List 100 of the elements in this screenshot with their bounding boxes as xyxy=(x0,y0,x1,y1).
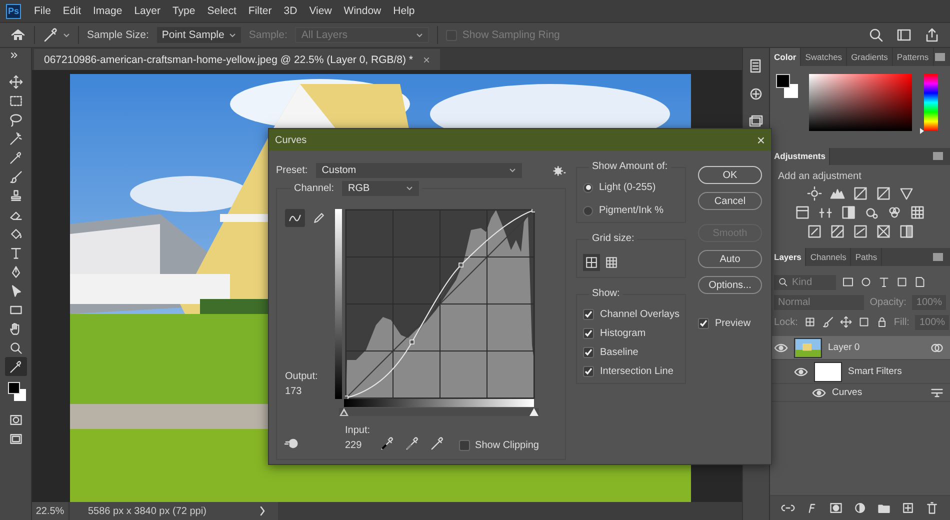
lock-pixels-icon[interactable] xyxy=(804,316,816,328)
panel-tab[interactable]: Channels xyxy=(806,248,852,266)
adjust-filter-icon[interactable] xyxy=(860,276,872,288)
properties-icon[interactable] xyxy=(748,86,764,102)
brush-icon[interactable] xyxy=(822,316,834,328)
fine-grid-button[interactable] xyxy=(603,254,620,271)
window-icon[interactable] xyxy=(896,27,912,43)
control-point[interactable] xyxy=(532,209,535,212)
mask-icon xyxy=(8,412,22,426)
checkbox[interactable] xyxy=(698,318,709,329)
checkbox-label: Intersection Line xyxy=(600,366,674,377)
radio-button[interactable] xyxy=(583,182,593,192)
sample-size-dropdown[interactable]: Point Sample xyxy=(156,27,241,43)
shadows-eyedropper-icon[interactable] xyxy=(380,436,396,451)
menu-item[interactable]: Layer xyxy=(129,5,166,17)
adjustment-icon[interactable] xyxy=(841,204,856,220)
panel-tab[interactable]: Color xyxy=(770,48,802,66)
channel-dropdown[interactable]: RGB xyxy=(342,181,420,196)
layer-row[interactable]: Smart Filters xyxy=(770,360,950,384)
adjustment-icon[interactable] xyxy=(852,186,868,201)
checkbox[interactable] xyxy=(583,366,594,377)
coarse-grid-button[interactable] xyxy=(583,254,600,271)
panel-tab[interactable]: Patterns xyxy=(892,48,934,66)
curves-graph[interactable] xyxy=(345,209,535,399)
menu-item[interactable]: Type xyxy=(167,5,200,17)
color-swatches[interactable] xyxy=(776,74,799,100)
lock-icon[interactable] xyxy=(876,316,888,328)
panel-tab[interactable]: Paths xyxy=(851,248,882,266)
color-field[interactable] xyxy=(809,74,912,131)
menu-item[interactable]: 3D xyxy=(278,5,302,17)
checkbox[interactable] xyxy=(583,328,594,339)
highlights-eyedropper-icon[interactable] xyxy=(430,436,446,451)
adjustment-icon[interactable] xyxy=(898,224,914,239)
fill-label: Fill: xyxy=(894,316,910,328)
checkbox[interactable] xyxy=(459,440,470,451)
hue-slider-handle[interactable] xyxy=(920,128,924,134)
move-icon[interactable] xyxy=(840,316,852,328)
menu-item[interactable]: Select xyxy=(202,5,242,17)
panel-menu-icon[interactable] xyxy=(932,251,944,263)
search-icon[interactable] xyxy=(868,27,884,43)
adjustment-icon[interactable] xyxy=(806,186,822,201)
menu-item[interactable]: Edit xyxy=(58,5,86,17)
checkbox[interactable] xyxy=(583,347,594,358)
menu-item[interactable]: Image xyxy=(88,5,128,17)
radio-button[interactable] xyxy=(583,206,593,216)
adjustment-icon[interactable] xyxy=(887,204,902,220)
menu-item[interactable]: Window xyxy=(338,5,386,17)
close-tab-button[interactable]: × xyxy=(423,52,430,66)
input-range-slider[interactable] xyxy=(339,408,539,416)
panel-menu-icon[interactable] xyxy=(932,150,944,162)
layer-row[interactable]: Layer 0 xyxy=(770,336,950,360)
dialog-button[interactable]: Cancel xyxy=(698,192,762,210)
settings-icon[interactable] xyxy=(552,164,566,178)
adjustment-icon[interactable] xyxy=(852,224,868,239)
adjustment-icon[interactable] xyxy=(910,204,925,220)
input-maximum-handle[interactable] xyxy=(530,408,538,416)
panel-menu-icon[interactable] xyxy=(934,51,946,63)
control-point[interactable] xyxy=(458,262,464,268)
type-filter-icon[interactable] xyxy=(878,276,890,288)
app-logo: Ps xyxy=(6,4,21,18)
filter-mask-thumbnail xyxy=(814,362,842,382)
image-filter-icon[interactable] xyxy=(842,276,854,288)
menu-item[interactable]: Help xyxy=(388,5,420,17)
checkbox[interactable] xyxy=(583,309,594,320)
dialog-button[interactable]: Auto xyxy=(698,250,762,268)
adjustment-icon[interactable] xyxy=(876,224,890,239)
dialog-button[interactable]: OK xyxy=(698,166,762,184)
panel-tab[interactable]: Adjustments xyxy=(770,148,830,165)
mask-icon[interactable] xyxy=(829,501,843,515)
eyedropper-tool[interactable] xyxy=(4,357,26,376)
close-button[interactable]: × xyxy=(756,132,765,148)
adjustment-layer-icon[interactable] xyxy=(853,501,867,515)
control-point[interactable] xyxy=(410,340,414,344)
tool-preset-picker[interactable] xyxy=(43,27,70,43)
chevron-icon[interactable] xyxy=(258,505,266,517)
smart-filter-icon[interactable] xyxy=(914,276,926,288)
caret-icon xyxy=(509,168,516,173)
home-icon[interactable] xyxy=(10,27,26,43)
adjustment-icon[interactable] xyxy=(830,224,844,239)
panel-tab[interactable]: Layers xyxy=(770,248,806,266)
new-layer-icon[interactable] xyxy=(901,501,915,515)
adjustment-icon[interactable] xyxy=(795,204,810,220)
preset-dropdown[interactable]: Custom xyxy=(316,163,522,178)
artboard-icon[interactable] xyxy=(858,316,870,328)
menu-item[interactable]: Filter xyxy=(243,5,277,17)
trash-icon[interactable] xyxy=(925,501,939,515)
document-tab[interactable]: 067210986-american-craftsman-home-yellow.jpeg @ 22.5% (Layer 0, RGB/8) * × xyxy=(34,49,440,70)
panel-tab[interactable]: Gradients xyxy=(847,48,893,66)
panel-tab[interactable]: Swatches xyxy=(801,48,848,66)
adjustment-icon[interactable] xyxy=(898,186,914,201)
curve-mode-button[interactable] xyxy=(285,209,305,227)
midtones-eyedropper-icon[interactable] xyxy=(405,436,420,451)
shape-filter-icon[interactable] xyxy=(896,276,908,288)
adjustment-icon[interactable] xyxy=(876,186,890,201)
input-minimum-handle[interactable] xyxy=(340,408,348,416)
menu-item[interactable]: View xyxy=(304,5,337,17)
adjustment-icon[interactable] xyxy=(806,224,822,239)
share-icon[interactable] xyxy=(924,27,940,43)
dialog-button[interactable]: Options... xyxy=(698,276,762,294)
menu-item[interactable]: File xyxy=(29,5,56,17)
